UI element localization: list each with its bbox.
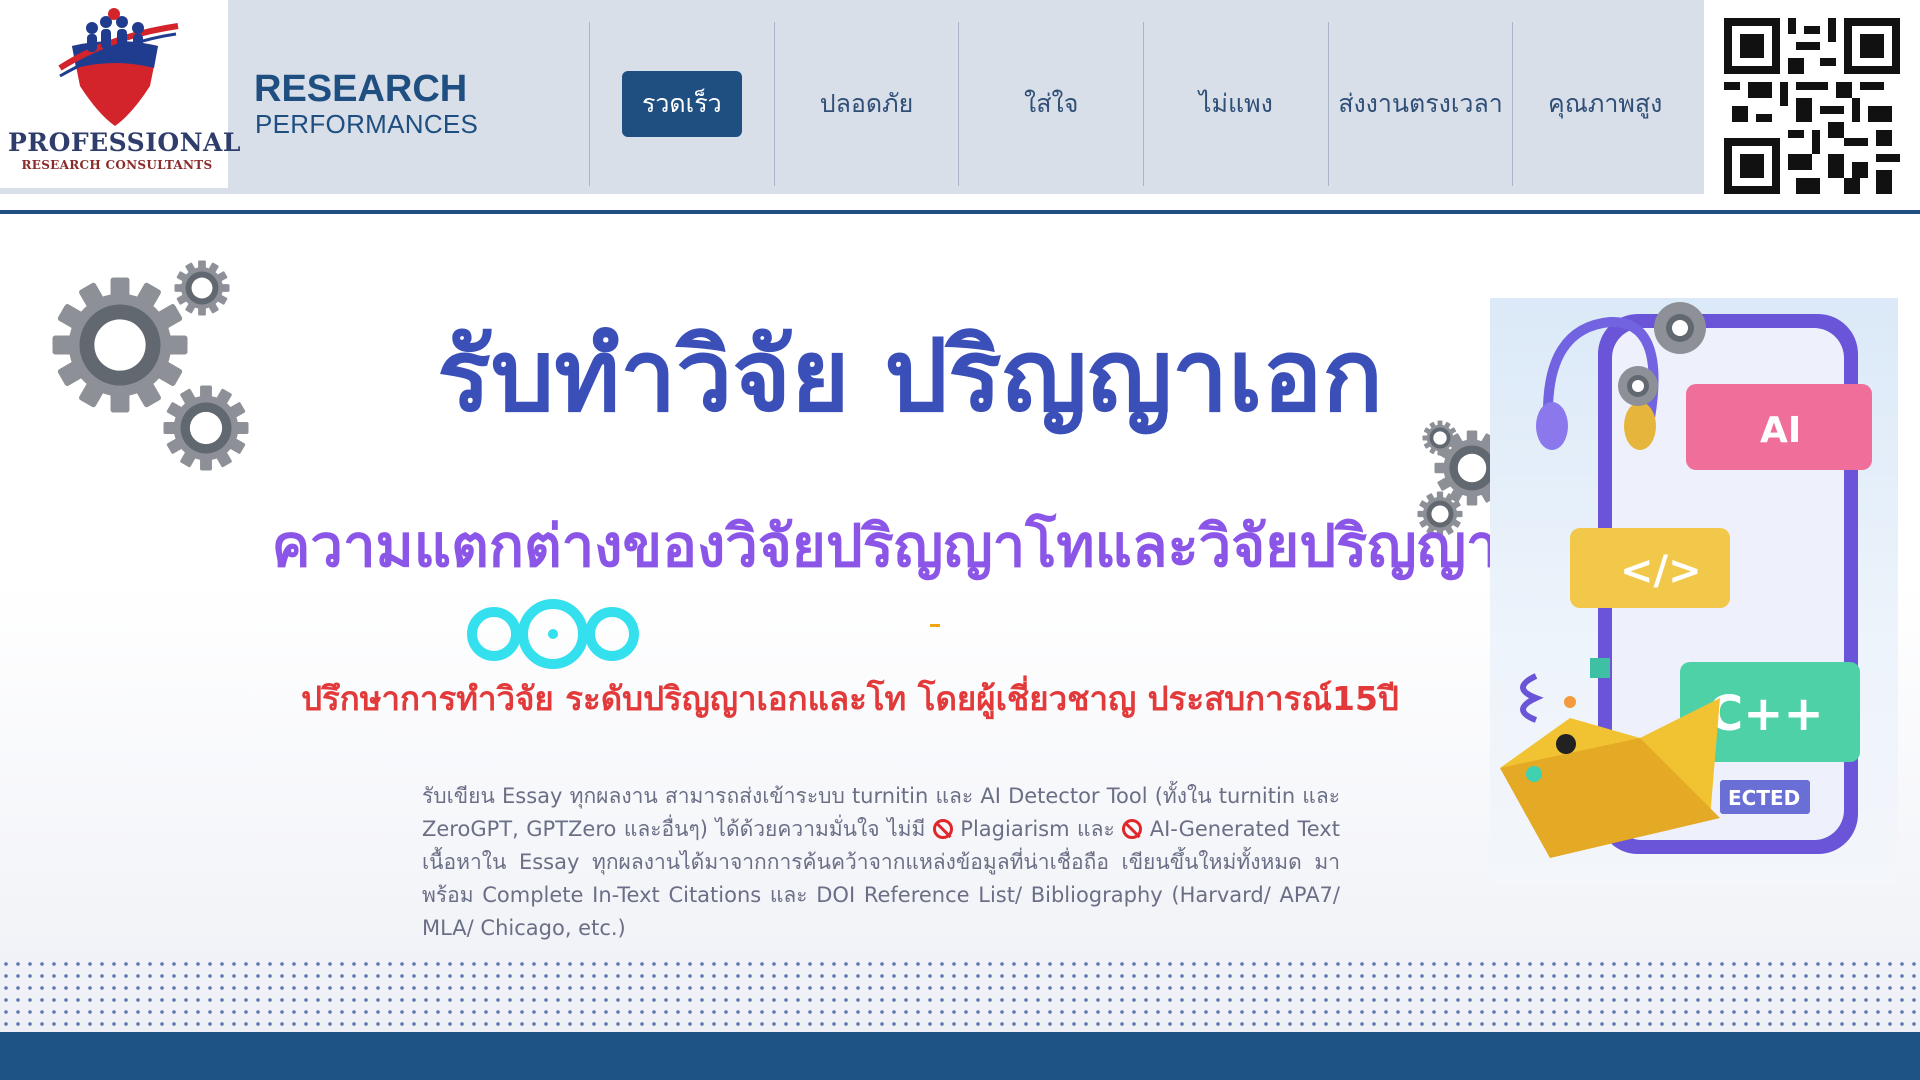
loop-ornament-icon [467,599,639,669]
qr-code-icon [1724,18,1900,194]
hero-tagline: ปรึกษาการทำวิจัย ระดับปริญญาเอกและโท โดย… [301,679,1399,718]
nav-item-label: ใส่ใจ [1024,89,1079,118]
illustration-code-glyph: </> [1620,548,1702,594]
nav-item-safe[interactable]: ปลอดภัย [773,22,959,186]
nav-item-affordable[interactable]: ไม่แพง [1143,22,1328,186]
illustration-label-cpp: C++ [1708,686,1824,742]
hero-subtitle: ความแตกต่างของวิจัยปริญญาโทและวิจัยปริญญ… [271,512,1589,580]
description-text: Plagiarism และ [960,817,1115,841]
prohibited-icon [1122,819,1143,839]
phone-illustration-icon: AI </> C++ ECTED [1500,302,1872,858]
main-nav: รวดเร็ว ปลอดภัย ใส่ใจ ไม่แพง ส่งงานตรงเว… [589,22,1697,186]
brand-title: RESEARCH [254,68,468,110]
logo-tagline: RESEARCH CONSULTANTS [21,158,213,172]
gears-icon [52,260,249,471]
nav-item-on-time[interactable]: ส่งงานตรงเวลา [1327,22,1513,186]
site-header: PROFESSIONAL RESEARCH CONSULTANTS RESEAR… [0,0,1920,194]
hero-description: รับเขียน Essay ทุกผลงาน สามารถส่งเข้าระบ… [422,780,1340,945]
nav-item-fast[interactable]: รวดเร็ว [589,22,774,186]
hero-title: รับทำวิจัย ปริญญาเอก [437,317,1383,434]
nav-item-label: ไม่แพง [1198,89,1273,118]
hero-illustration: AI </> C++ ECTED [1490,298,1898,884]
nav-item-label: รวดเร็ว [621,71,742,137]
nav-item-label: ปลอดภัย [819,89,914,118]
nav-item-care[interactable]: ใส่ใจ [958,22,1143,186]
prohibited-icon [932,819,953,839]
qr-code[interactable] [1704,0,1920,194]
illustration-label-detected: ECTED [1728,786,1800,810]
nav-item-label: ส่งงานตรงเวลา [1338,89,1503,118]
dot-pattern-decoration [0,958,1920,1032]
nav-item-quality[interactable]: คุณภาพสูง [1512,22,1697,186]
logo-shield-icon [58,8,179,126]
nav-item-label: คุณภาพสูง [1548,89,1663,118]
illustration-label-ai: AI [1760,410,1801,451]
logo-name: PROFESSIONAL [8,128,242,157]
brand-subtitle: PERFORMANCES [255,109,479,139]
decorative-dash [930,624,940,627]
footer-band [0,1032,1920,1080]
logo[interactable]: PROFESSIONAL RESEARCH CONSULTANTS [0,0,242,188]
